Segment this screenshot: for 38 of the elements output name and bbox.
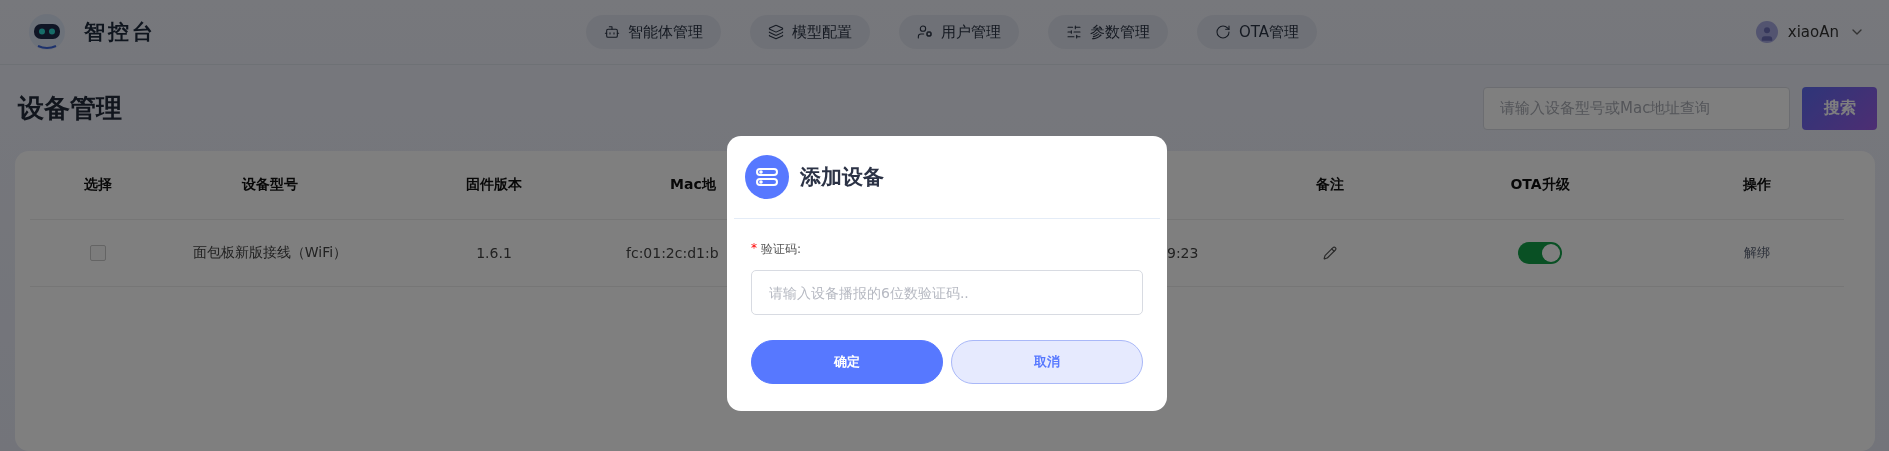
code-input-field[interactable]: 请输入设备播报的6位数验证码.. [751,270,1143,315]
nav-tab[interactable]: 模型配置 [750,15,870,49]
cancel-button[interactable]: 取消 [951,340,1143,384]
column-header: 固件版本 [466,176,522,192]
row-checkbox[interactable] [90,245,106,261]
refresh-icon [1215,24,1231,40]
robot-logo-icon [28,13,66,51]
nav-tab[interactable]: 参数管理 [1048,15,1168,49]
column-header: Mac地 [670,176,716,192]
table-cell: 面包板新版接线（WiFi） [192,244,348,262]
layers-icon [768,24,784,40]
user-gear-icon [917,24,933,40]
column-header: 备注 [1316,176,1344,192]
column-header: 操作 [1743,176,1771,192]
sliders-icon [1066,24,1082,40]
column-header: OTA升级 [1510,176,1570,192]
app-title: 智控台 [84,19,156,46]
table-cell: fc:01:2c:d1:b [626,245,719,261]
required-mark: * [751,241,757,255]
user-name[interactable]: xiaoAn [1787,23,1839,41]
nav-tab[interactable]: 用户管理 [899,15,1019,49]
confirm-button[interactable]: 确定 [751,340,943,384]
table-cell: 1.6.1 [476,245,512,261]
robot-icon [604,24,620,40]
ota-switch[interactable] [1518,242,1562,264]
device-icon [745,155,789,199]
avatar-icon[interactable] [1755,21,1778,43]
unbind-link[interactable]: 解绑 [1744,244,1770,262]
column-header: 设备型号 [242,176,298,192]
table-cell: 9:23 [1167,245,1199,261]
dialog-title: 添加设备 [800,164,884,191]
search-button[interactable]: 搜索 [1802,86,1877,130]
column-header: 选择 [84,176,112,192]
field-label: 验证码: [761,241,802,258]
nav-tab[interactable]: OTA管理 [1197,15,1318,49]
page-title: 设备管理 [18,91,122,125]
edit-icon[interactable] [1323,246,1337,260]
nav-tab[interactable]: 智能体管理 [586,15,721,49]
